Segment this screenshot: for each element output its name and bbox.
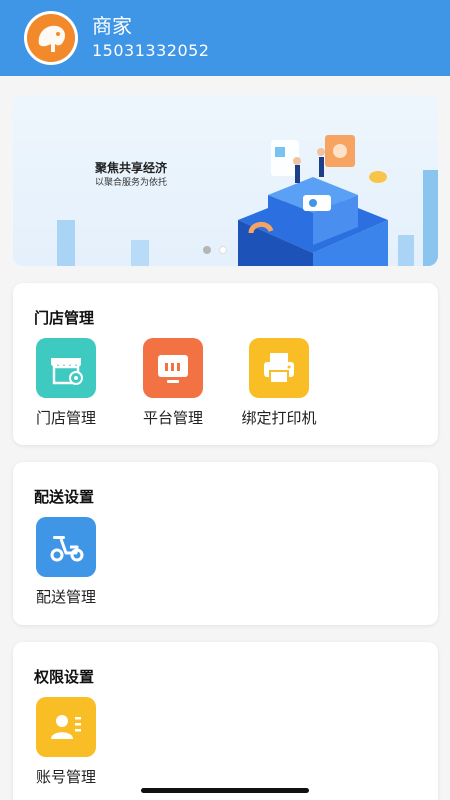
section-title-delivery: 配送设置 (34, 488, 95, 506)
user-name: 商家 (92, 14, 132, 38)
elephant-logo-icon (27, 14, 75, 62)
tile-label: 绑定打印机 (241, 409, 317, 427)
user-phone: 15031332052 (92, 41, 210, 60)
store-management-card: 门店管理 门店管理 平台管理 绑定打印机 (13, 283, 438, 445)
tile-label: 平台管理 (142, 409, 203, 427)
platform-management-button[interactable]: 平台管理 (123, 338, 223, 428)
app-header: 商家 15031332052 (0, 0, 450, 76)
store-management-button[interactable]: 门店管理 (16, 338, 116, 428)
tile-label: 账号管理 (35, 768, 96, 786)
monitor-icon (143, 338, 203, 398)
section-title-permission: 权限设置 (34, 668, 95, 686)
section-title-store: 门店管理 (34, 309, 95, 327)
scooter-icon (36, 517, 96, 577)
tile-label: 门店管理 (35, 409, 96, 427)
banner-title: 聚焦共享经济 (95, 161, 168, 175)
carousel-dot[interactable] (203, 246, 211, 254)
permission-settings-card: 权限设置 账号管理 (13, 642, 438, 800)
user-card-icon (36, 697, 96, 757)
home-indicator[interactable] (141, 788, 309, 793)
carousel-dot-active[interactable] (219, 246, 227, 254)
delivery-settings-card: 配送设置 配送管理 (13, 462, 438, 625)
bind-printer-button[interactable]: 绑定打印机 (229, 338, 329, 428)
storefront-gear-icon (36, 338, 96, 398)
promo-banner[interactable]: 聚焦共享经济 以聚合服务为依托 (13, 95, 438, 266)
avatar[interactable] (24, 11, 78, 65)
tile-label: 配送管理 (35, 588, 96, 606)
delivery-management-button[interactable]: 配送管理 (16, 517, 116, 607)
account-management-button[interactable]: 账号管理 (16, 697, 116, 787)
banner-subtitle: 以聚合服务为依托 (95, 178, 168, 188)
printer-icon (249, 338, 309, 398)
